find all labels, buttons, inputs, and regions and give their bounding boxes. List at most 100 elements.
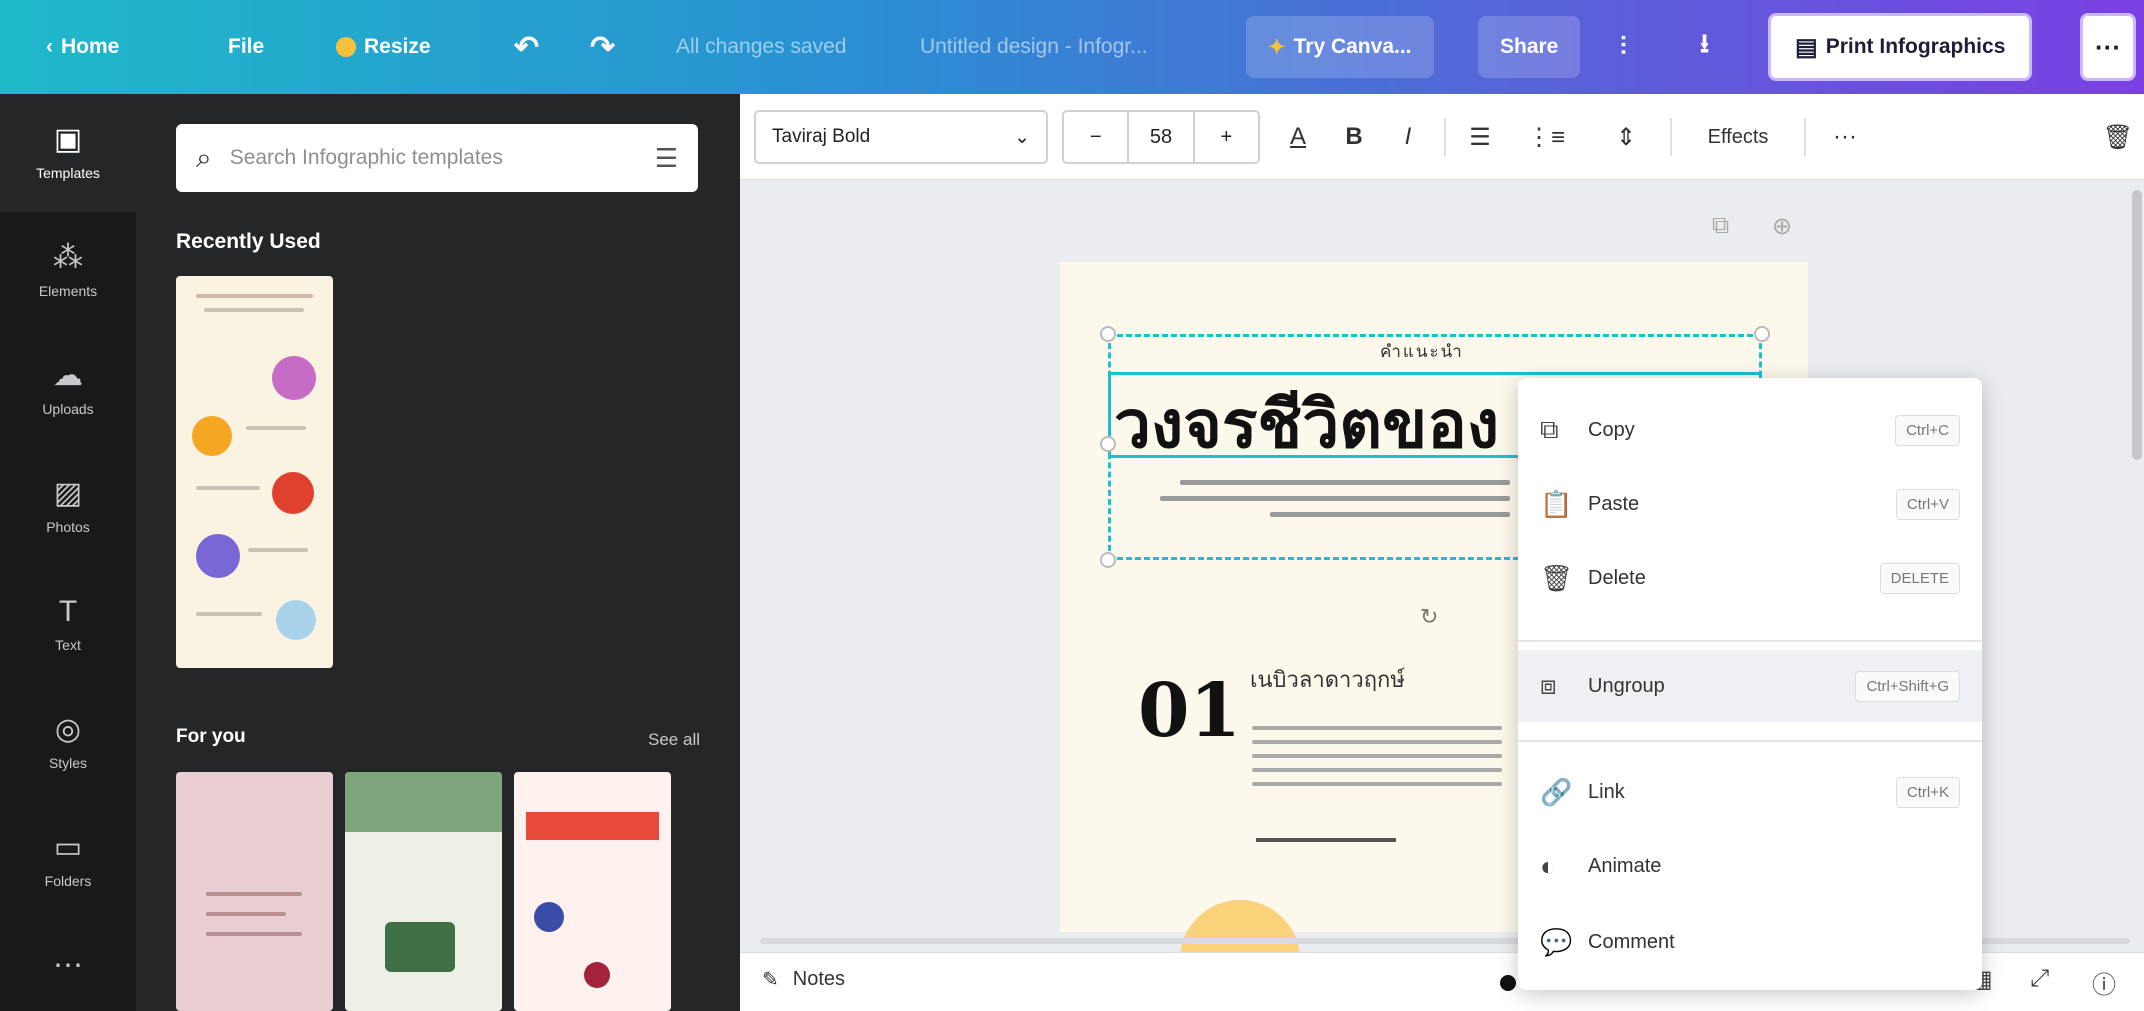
undo-button[interactable]: ↶ [514, 0, 539, 94]
thumb-blob [196, 534, 240, 578]
notes-icon: ✎ [762, 969, 779, 991]
notes-button[interactable]: ✎ Notes [762, 967, 845, 992]
rail-item-elements[interactable]: ⁂ Elements [0, 212, 136, 330]
try-canva-pro-button[interactable]: ✦ Try Canva... [1246, 16, 1434, 78]
zoom-slider-handle[interactable] [1500, 975, 1516, 991]
context-menu: ⧉ Copy Ctrl+C 📋 Paste Ctrl+V 🗑 Delete DE… [1518, 378, 1982, 990]
help-icon[interactable]: ⓘ [2092, 965, 2116, 1000]
thumb-title-line [196, 294, 313, 298]
chevron-left-icon: ‹ [46, 35, 53, 58]
top-bar: ‹ Home File Resize ↶ ↷ All changes saved… [0, 0, 2144, 94]
chevron-down-icon: ⌄ [1014, 126, 1030, 148]
analytics-button[interactable]: ⫶ [1620, 0, 1627, 94]
menu-item-ungroup[interactable]: ⧈ Ungroup Ctrl+Shift+G [1518, 650, 1982, 722]
undo-icon: ↶ [514, 30, 540, 64]
resize-handle[interactable] [1100, 552, 1116, 568]
fullscreen-icon[interactable]: ⤢ [2030, 965, 2049, 993]
text-toolbar: Taviraj Bold ⌄ − 58 + A B I ☰ ⋮≡ ⇕ Effec… [740, 94, 2144, 180]
align-button[interactable]: ☰ [1460, 116, 1500, 158]
resize-handle[interactable] [1100, 436, 1116, 452]
align-center-icon: ☰ [1469, 123, 1491, 151]
rail-item-styles[interactable]: ◎ Styles [0, 684, 136, 802]
italic-icon: I [1404, 123, 1412, 150]
file-menu-button[interactable]: File [228, 0, 264, 94]
rail-item-more[interactable]: ⋯ [0, 920, 136, 1011]
more-options-button[interactable]: ··· [2080, 13, 2136, 81]
more-icon: ⋯ [53, 948, 83, 982]
photos-icon: ▨ [53, 477, 83, 510]
thumb-blob [192, 416, 232, 456]
menu-item-paste[interactable]: 📋 Paste Ctrl+V [1518, 468, 1982, 540]
rail-item-photos[interactable]: ▨ Photos [0, 448, 136, 566]
bold-icon: B [1345, 123, 1363, 150]
analytics-icon: ⫶ [1620, 31, 1627, 61]
toolbar-more-button[interactable]: ··· [1820, 116, 1870, 158]
italic-button[interactable]: I [1390, 116, 1426, 158]
rail-item-folders[interactable]: ▭ Folders [0, 802, 136, 920]
rail-item-uploads[interactable]: ☁ Uploads [0, 330, 136, 448]
rail-item-text[interactable]: T Text [0, 566, 136, 684]
delete-element-button[interactable]: 🗑 [2100, 116, 2136, 158]
for-you-thumbnail[interactable] [176, 772, 333, 1011]
templates-panel: ⌕ Search Infographic templates ☰ Recentl… [136, 94, 740, 1011]
template-search-box[interactable]: ⌕ Search Infographic templates ☰ [176, 124, 698, 192]
menu-item-comment[interactable]: 💬 Comment [1518, 906, 1982, 978]
thumb-block [385, 922, 455, 972]
menu-divider [1518, 640, 1982, 642]
for-you-thumbnail[interactable] [514, 772, 671, 1011]
templates-icon: ▣ [53, 123, 83, 156]
redo-button[interactable]: ↷ [590, 0, 615, 94]
section-divider [1256, 838, 1396, 842]
recent-template-thumbnail[interactable] [176, 276, 333, 668]
font-size-stepper[interactable]: − 58 + [1062, 110, 1260, 164]
resize-button[interactable]: Resize [336, 0, 431, 94]
document-title[interactable]: Untitled design - Infogr... [920, 0, 1148, 94]
list-button[interactable]: ⋮≡ [1526, 116, 1566, 158]
section-title[interactable]: เนบิวลาดาวฤกษ์ [1250, 662, 1405, 697]
increase-font-button[interactable]: + [1195, 126, 1258, 149]
add-page-icon[interactable]: ⊕ [1772, 212, 1792, 241]
print-infographics-button[interactable]: ▤ Print Infographics [1768, 13, 2033, 81]
menu-item-animate[interactable]: ◐ Animate [1518, 830, 1982, 902]
trash-icon: 🗑 [1540, 562, 1574, 593]
filter-icon[interactable]: ☰ [655, 143, 678, 174]
thumb-dot [584, 962, 610, 988]
text-color-icon: A [1289, 123, 1306, 150]
resize-handle[interactable] [1754, 326, 1770, 342]
save-status: All changes saved [676, 35, 847, 58]
text-color-button[interactable]: A [1278, 116, 1318, 158]
resize-handle[interactable] [1100, 326, 1116, 342]
spacing-button[interactable]: ⇕ [1606, 116, 1646, 158]
thumb-header [345, 772, 502, 832]
download-icon: ⭳ [1700, 28, 1710, 58]
font-family-dropdown[interactable]: Taviraj Bold ⌄ [754, 110, 1048, 164]
menu-item-copy[interactable]: ⧉ Copy Ctrl+C [1518, 394, 1982, 466]
for-you-thumbnail[interactable] [345, 772, 502, 1011]
spacing-icon: ⇕ [1615, 123, 1637, 151]
font-size-input[interactable]: 58 [1127, 112, 1195, 162]
redo-icon: ↷ [590, 30, 616, 64]
animate-icon: ◐ [1540, 850, 1556, 881]
share-button[interactable]: Share [1478, 16, 1581, 78]
menu-item-link[interactable]: 🔗 Link Ctrl+K [1518, 756, 1982, 828]
search-input[interactable]: Search Infographic templates [230, 146, 637, 170]
comment-icon: 💬 [1540, 926, 1573, 957]
section-number[interactable]: 01 [1138, 668, 1241, 754]
bold-button[interactable]: B [1336, 116, 1372, 158]
decrease-font-button[interactable]: − [1064, 126, 1127, 149]
see-all-link[interactable]: See all [648, 730, 700, 750]
print-icon: ▤ [1795, 33, 1818, 61]
thumb-dot [534, 902, 564, 932]
effects-button[interactable]: Effects [1688, 116, 1788, 158]
home-button[interactable]: ‹ Home [46, 0, 119, 94]
vertical-scrollbar[interactable] [2132, 190, 2142, 460]
styles-icon: ◎ [54, 713, 82, 746]
list-icon: ⋮≡ [1526, 123, 1565, 151]
thumb-line [206, 912, 286, 916]
download-button[interactable]: ⭳ [1700, 0, 1709, 94]
menu-item-delete[interactable]: 🗑 Delete DELETE [1518, 542, 1982, 614]
rotate-icon[interactable]: ↻ [1420, 604, 1438, 630]
duplicate-page-icon[interactable]: ⧉ [1712, 212, 1729, 240]
thumb-line [206, 892, 302, 896]
rail-item-templates[interactable]: ▣ Templates [0, 94, 136, 212]
